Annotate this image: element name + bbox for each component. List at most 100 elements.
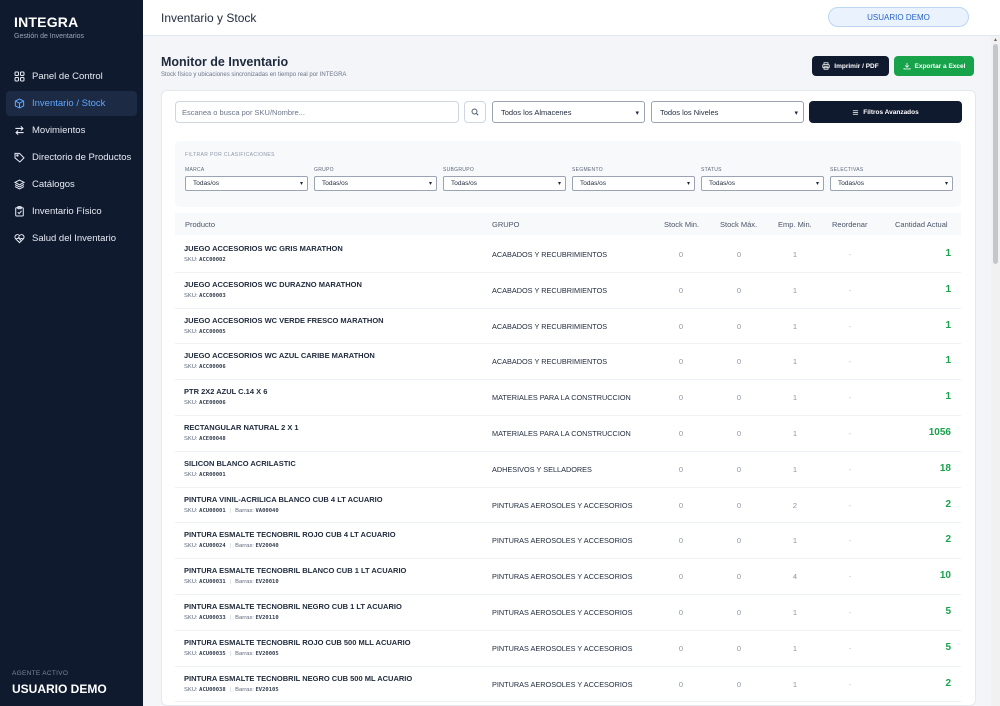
stock-min: 0	[678, 572, 684, 582]
print-pdf-label: Imprimir / PDF	[834, 62, 879, 70]
level-select[interactable]: Todos los Niveles ▾	[651, 101, 804, 123]
table-row[interactable]: JUEGO ACCESORIOS WC AZUL CARIBE MARATHON…	[175, 344, 961, 381]
table-row[interactable]: PINTURA VINIL-ACRILICA BLANCO CUB 4 LT A…	[175, 488, 961, 524]
emp-min: 1	[792, 250, 798, 259]
current-quantity: 18	[939, 462, 951, 474]
sidebar-item-movimientos[interactable]: Movimientos	[6, 118, 137, 143]
export-excel-label: Exportar a Excel	[914, 62, 966, 70]
table-row[interactable]: PINTURA ESMALTE TECNOBRIL BLANCO CUB 1 L…	[175, 559, 961, 595]
warehouse-select-value: Todos los Almacenes	[501, 107, 572, 117]
filter-select-marca[interactable]: Todas/os ▾	[185, 176, 308, 191]
product-name: JUEGO ACCESORIOS WC DURAZNO MARATHON	[184, 279, 362, 289]
download-icon	[903, 63, 910, 70]
table-row[interactable]: JUEGO ACCESORIOS WC DURAZNO MARATHON SKU:…	[175, 273, 961, 309]
sku-value: ACU00038	[199, 686, 226, 693]
advanced-filters-button[interactable]: Filtros Avanzados	[809, 101, 962, 123]
emp-min: 1	[792, 679, 798, 689]
column-header-stock-min: Stock Min.	[664, 220, 700, 229]
table-row[interactable]: SILICON BLANCO ACRILASTIC SKU: ACR00001 AD…	[175, 452, 961, 488]
sku-value: ACU00024	[199, 543, 226, 550]
barcode-prefix: Barras:	[235, 507, 254, 514]
sidebar-item-salud-del-inventario[interactable]: Salud del Inventario	[6, 226, 137, 251]
sku-value: ACR00001	[199, 471, 226, 478]
reorder: -	[848, 536, 852, 546]
warehouse-select[interactable]: Todos los Almacenes ▾	[492, 101, 645, 123]
filter-select-selectivas[interactable]: Todas/os ▾	[830, 176, 953, 191]
sidebar-item-inventario-físico[interactable]: Inventario Físico	[6, 199, 137, 224]
table-row[interactable]: JUEGO ACCESORIOS WC GRIS MARATHON SKU: AC…	[175, 237, 961, 273]
page-subtitle: Stock físico y ubicaciones sincronizadas…	[161, 72, 347, 78]
product-group: ADHESIVOS Y SELLADORES	[492, 464, 592, 474]
product-group: ACABADOS Y RECUBRIMIENTOS	[492, 321, 608, 331]
sku-prefix: SKU:	[184, 364, 198, 371]
filter-select-grupo[interactable]: Todas/os ▾	[314, 176, 437, 191]
brand-subtitle: Gestión de Inventarios	[14, 33, 85, 40]
current-quantity: 1	[945, 391, 951, 403]
filter-group-selectivas: SELECTIVAS Todas/os ▾	[830, 167, 953, 191]
box-icon	[13, 98, 25, 110]
product-name: PTR 2X2 AZUL C.14 X 6	[184, 387, 268, 397]
sidebar-item-directorio-de-productos[interactable]: Directorio de Productos	[6, 145, 137, 170]
stock-min: 0	[678, 536, 684, 546]
reorder: -	[848, 464, 852, 474]
stock-max: 0	[736, 321, 742, 331]
product-group: PINTURAS AEROSOLES Y ACCESORIOS	[492, 536, 633, 546]
filter-select-subgrupo[interactable]: Todas/os ▾	[443, 176, 566, 191]
product-group: ACABADOS Y RECUBRIMIENTOS	[492, 250, 608, 259]
search-input[interactable]: Escanea o busca por SKU/Nombre...	[175, 101, 459, 123]
search-button[interactable]	[464, 101, 486, 123]
sku-prefix: SKU:	[184, 543, 198, 550]
product-sku: SKU: ACC00002	[184, 257, 226, 263]
table-row[interactable]: RECTANGULAR NATURAL 2 X 1 SKU: ACE00048 MA…	[175, 416, 961, 452]
current-quantity: 1	[945, 248, 951, 259]
table-row[interactable]: PINTURA ESMALTE TECNOBRIL ROJO CUB 500 M…	[175, 631, 961, 667]
table-row[interactable]: PINTURA ESMALTE TECNOBRIL ROJO CUB 4 LT …	[175, 523, 961, 560]
product-group: PINTURAS AEROSOLES Y ACCESORIOS	[492, 607, 633, 617]
sku-value: ACU00033	[199, 614, 226, 621]
column-header-emp-min: Emp. Min.	[778, 220, 812, 229]
emp-min: 1	[792, 643, 798, 653]
barcode-prefix: Barras:	[235, 650, 254, 657]
print-pdf-button[interactable]: Imprimir / PDF	[812, 56, 889, 76]
stock-min: 0	[678, 250, 684, 259]
filter-select-status[interactable]: Todas/os ▾	[701, 176, 824, 191]
sidebar-item-label: Inventario Físico	[32, 206, 102, 217]
emp-min: 1	[792, 357, 798, 367]
stock-max: 0	[736, 428, 742, 438]
sidebar-item-panel-de-control[interactable]: Panel de Control	[6, 64, 137, 89]
product-name: PINTURA ESMALTE TECNOBRIL NEGRO CUB 1 LT…	[184, 601, 402, 611]
filter-group-marca: MARCA Todas/os ▾	[185, 167, 308, 191]
emp-min: 1	[792, 464, 798, 474]
sku-value: ACC00006	[199, 364, 226, 371]
export-excel-button[interactable]: Exportar a Excel	[894, 56, 974, 76]
current-quantity: 5	[945, 605, 951, 617]
chevron-down-icon: ▾	[299, 181, 303, 187]
filter-select-segmento[interactable]: Todas/os ▾	[572, 176, 695, 191]
agent-name: USUARIO DEMO	[12, 682, 107, 696]
table-row[interactable]: PTR 2X2 AZUL C.14 X 6 SKU: ACE00006 MATERI…	[175, 380, 961, 416]
top-bar: Inventario y Stock USUARIO DEMO	[143, 0, 1000, 36]
table-row[interactable]: PINTURA ESMALTE TECNOBRIL NEGRO CUB 500 …	[175, 667, 961, 703]
product-sku: SKU: ACC00005	[184, 329, 226, 335]
sidebar-item-inventario-stock[interactable]: Inventario / Stock	[6, 91, 137, 116]
product-sku: SKU: ACU00024 | Barras: EV20040	[184, 543, 279, 549]
stock-max: 0	[736, 285, 742, 295]
table-row[interactable]: PINTURA ESMALTE TECNOBRIL NEGRO CUB 1 LT…	[175, 595, 961, 631]
filter-group-subgrupo: SUBGRUPO Todas/os ▾	[443, 167, 566, 191]
sidebar-item-catálogos[interactable]: Catálogos	[6, 172, 137, 197]
emp-min: 1	[792, 393, 798, 403]
grid-icon	[13, 71, 25, 83]
table-row[interactable]: JUEGO ACCESORIOS WC VERDE FRESCO MARATHO…	[175, 309, 961, 345]
page-scrollbar[interactable]: ▲	[991, 36, 1000, 706]
advanced-filters-label: Filtros Avanzados	[863, 108, 919, 116]
barcode-prefix: Barras:	[235, 614, 254, 621]
barcode-value: EV20110	[255, 614, 279, 621]
product-name: RECTANGULAR NATURAL 2 X 1	[184, 422, 299, 432]
barcode-prefix: Barras:	[235, 579, 254, 586]
level-select-value: Todos los Niveles	[660, 107, 719, 117]
sku-value: ACE00006	[199, 400, 226, 407]
user-menu-button[interactable]: USUARIO DEMO	[828, 7, 969, 27]
sku-prefix: SKU:	[184, 292, 198, 299]
scrollbar-thumb[interactable]	[993, 44, 998, 264]
current-quantity: 1	[945, 355, 951, 367]
